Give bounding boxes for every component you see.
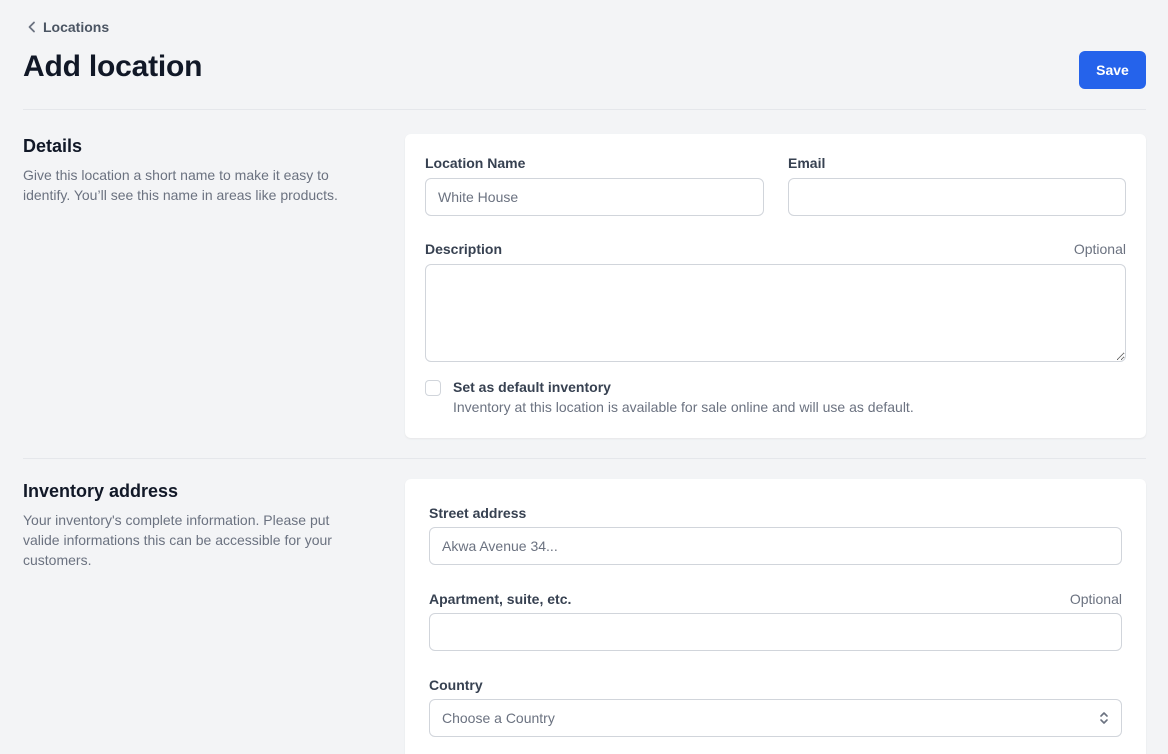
apartment-optional-hint: Optional: [1069, 591, 1122, 607]
description-label: Description: [425, 241, 503, 257]
description-textarea[interactable]: [425, 264, 1126, 362]
apartment-label: Apartment, suite, etc.: [429, 591, 572, 607]
header-divider: [23, 109, 1146, 110]
save-button[interactable]: Save: [1079, 51, 1146, 89]
page-title: Add location: [23, 50, 203, 83]
chevron-left-icon: [28, 21, 35, 33]
email-input[interactable]: [788, 178, 1126, 216]
inventory-address-section-title: Inventory address: [23, 481, 179, 501]
chevron-up-down-icon: [1100, 712, 1108, 724]
details-section-description: Give this location a short name to make …: [23, 167, 338, 203]
location-name-label: Location Name: [425, 155, 526, 171]
street-address-input[interactable]: [429, 527, 1122, 565]
location-name-input[interactable]: [425, 178, 764, 216]
breadcrumb-back-link[interactable]: Locations: [27, 19, 109, 35]
details-card: Location Name Email Description Optional…: [405, 134, 1146, 438]
email-label: Email: [788, 155, 826, 171]
breadcrumb-label: Locations: [43, 19, 110, 35]
apartment-input[interactable]: [429, 613, 1122, 651]
country-select[interactable]: Choose a Country: [429, 699, 1122, 737]
inventory-address-section-description: Your inventory's complete information. P…: [23, 512, 332, 568]
section-divider: [23, 458, 1146, 459]
inventory-address-card: Street address Apartment, suite, etc. Op…: [405, 479, 1146, 754]
country-select-value: Choose a Country: [442, 710, 555, 726]
add-location-page: Locations Add location Save Details Give…: [0, 0, 1168, 754]
street-address-label: Street address: [429, 505, 527, 521]
default-inventory-help: Inventory at this location is available …: [453, 399, 914, 415]
default-inventory-checkbox[interactable]: [425, 380, 441, 396]
details-section-title: Details: [23, 136, 83, 156]
description-optional-hint: Optional: [1073, 241, 1126, 257]
country-label: Country: [429, 677, 483, 693]
default-inventory-label: Set as default inventory: [453, 379, 611, 395]
